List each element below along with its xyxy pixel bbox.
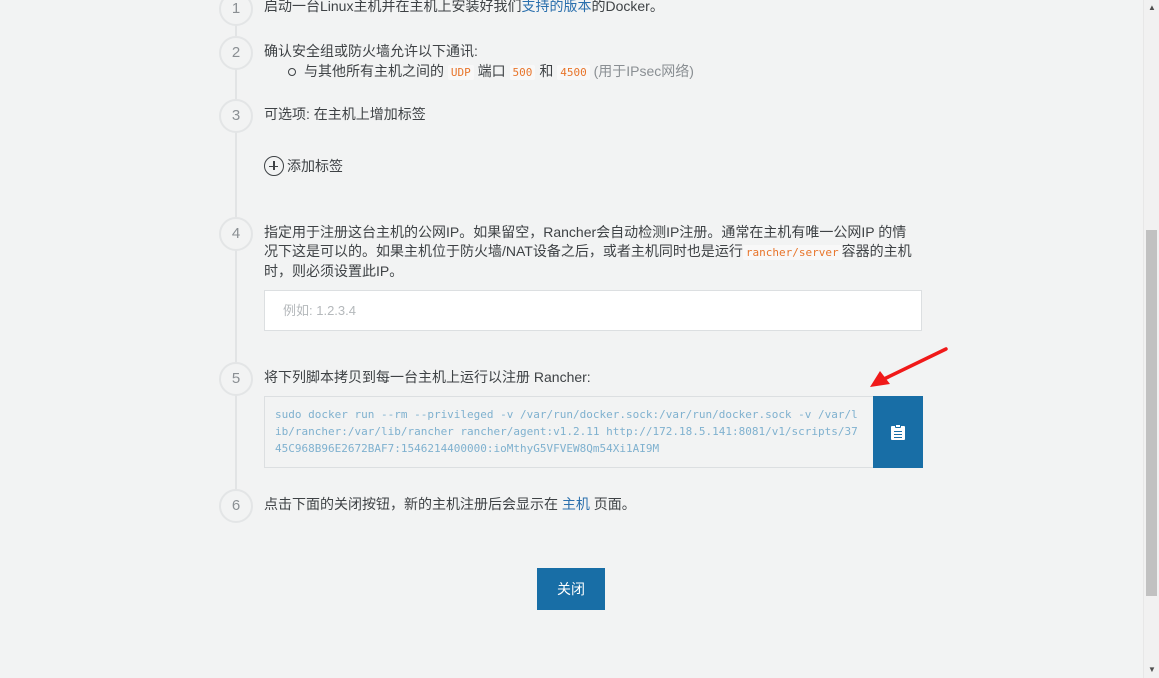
step-1-number: 1 — [219, 0, 253, 26]
add-host-page: 1 启动一台Linux主机并在主机上安装好我们支持的版本的Docker。 2 确… — [0, 0, 1143, 678]
requirements-list: 与其他所有主机之间的 UDP 端口 500 和 4500 (用于IPsec网络) — [288, 62, 694, 82]
registration-command[interactable]: sudo docker run --rm --privileged -v /va… — [264, 396, 873, 468]
close-button[interactable]: 关闭 — [537, 568, 605, 610]
step-5-number: 5 — [219, 362, 253, 396]
scroll-down-icon[interactable]: ▼ — [1144, 662, 1159, 678]
public-ip-input[interactable] — [264, 290, 922, 331]
step-1-text: 启动一台Linux主机并在主机上安装好我们支持的版本的Docker。 — [264, 0, 664, 14]
step-2-number: 2 — [219, 36, 253, 70]
step-3-text: 可选项: 在主机上增加标签 — [264, 106, 426, 122]
add-label-button[interactable]: 添加标签 — [264, 156, 343, 176]
scroll-thumb[interactable] — [1146, 230, 1157, 596]
supported-versions-link[interactable]: 支持的版本 — [521, 0, 591, 14]
step-5-text: 将下列脚本拷贝到每一台主机上运行以注册 Rancher: — [264, 369, 591, 385]
step-6-number: 6 — [219, 489, 253, 523]
step-6-text: 点击下面的关闭按钮，新的主机注册后会显示在 主机 页面。 — [264, 496, 636, 512]
step-3-number: 3 — [219, 99, 253, 133]
step-4-text: 指定用于注册这台主机的公网IP。如果留空，Rancher会自动检测IP注册。通常… — [264, 224, 912, 279]
add-label-text: 添加标签 — [287, 158, 343, 174]
scroll-up-icon[interactable]: ▲ — [1144, 0, 1159, 16]
red-arrow-icon — [870, 347, 948, 387]
hosts-page-link[interactable]: 主机 — [562, 496, 590, 512]
plus-circle-icon — [264, 156, 284, 176]
protocol-code: UDP — [447, 65, 474, 80]
vertical-scrollbar[interactable]: ▲ ▼ — [1143, 0, 1159, 678]
step-4-number: 4 — [219, 217, 253, 251]
rancher-server-code: rancher/server — [742, 245, 842, 260]
port-500-code: 500 — [509, 65, 536, 80]
list-item: 与其他所有主机之间的 UDP 端口 500 和 4500 (用于IPsec网络) — [288, 62, 694, 82]
clipboard-icon — [891, 424, 905, 440]
port-4500-code: 4500 — [557, 65, 590, 80]
step-2-text: 确认安全组或防火墙允许以下通讯: 与其他所有主机之间的 UDP 端口 500 和… — [264, 42, 694, 82]
copy-command-button[interactable] — [873, 396, 923, 468]
